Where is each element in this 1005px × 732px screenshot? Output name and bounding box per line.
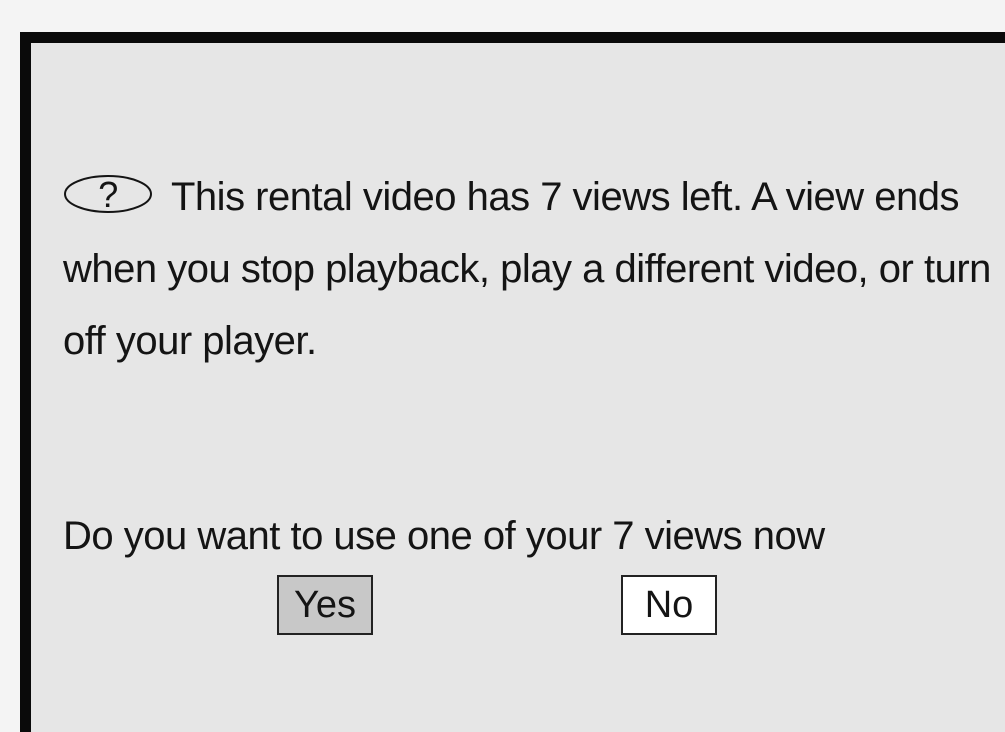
no-button[interactable]: No [621,575,717,635]
rental-message-text: This rental video has 7 views left. A vi… [63,175,991,363]
use-view-question: Do you want to use one of your 7 views n… [63,514,825,558]
question-mark-glyph: ? [98,174,118,214]
question-mark-icon-graphic: ? [64,174,152,215]
yes-button[interactable]: Yes [277,575,373,635]
question-mark-icon: ? [63,165,153,215]
rental-message: ? This rental video has 7 views left. A v… [63,161,993,377]
rental-view-dialog: ? This rental video has 7 views left. A v… [20,32,1005,732]
